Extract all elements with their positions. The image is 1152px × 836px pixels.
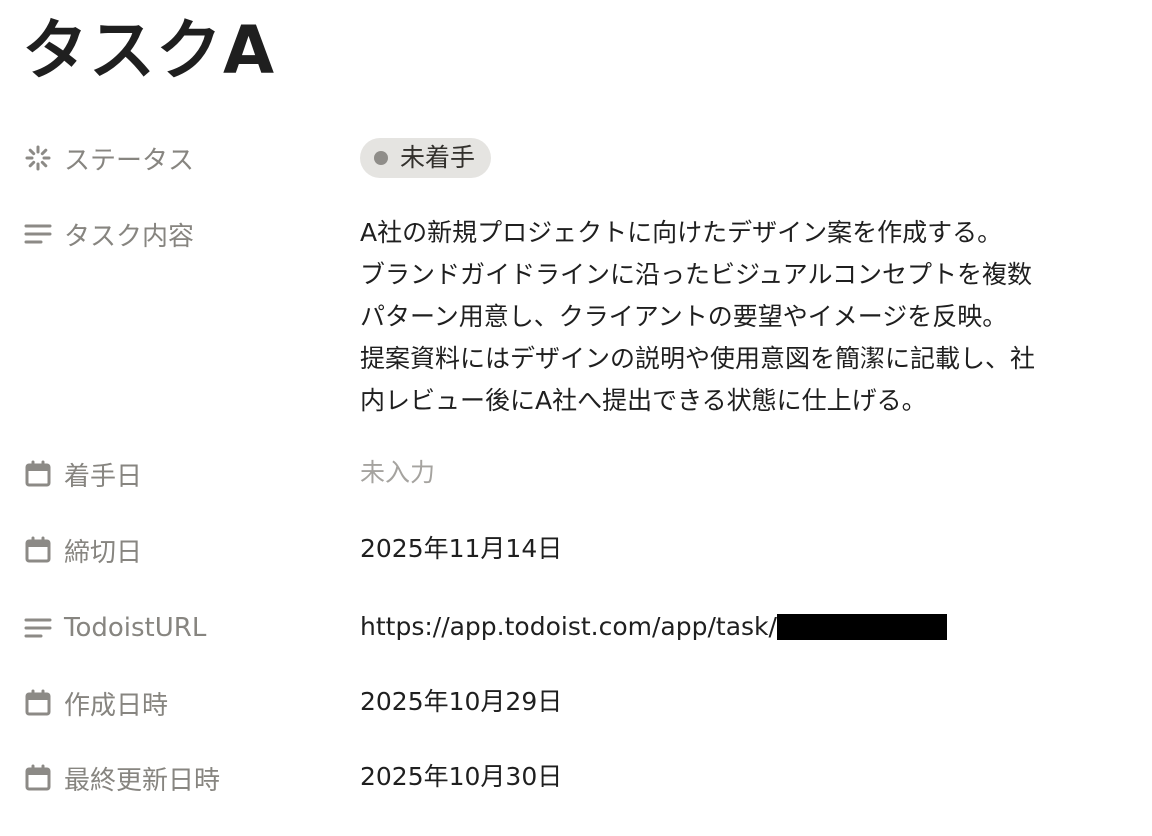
property-label: 作成日時 bbox=[64, 690, 169, 721]
task-content-line: 内レビュー後にA社へ提出できる状態に仕上げる。 bbox=[360, 386, 927, 415]
calendar-icon bbox=[22, 762, 54, 794]
todoist-url-link[interactable]: https://app.todoist.com/app/task/ bbox=[360, 606, 777, 648]
property-label: TodoistURL bbox=[64, 613, 207, 643]
text-lines-icon bbox=[22, 612, 54, 644]
text-lines-icon bbox=[22, 218, 54, 250]
redaction-block bbox=[776, 614, 947, 640]
page-title[interactable]: タスクA bbox=[22, 8, 275, 94]
calendar-icon bbox=[22, 534, 54, 566]
calendar-icon bbox=[22, 458, 54, 490]
property-name-task-content[interactable]: タスク内容 bbox=[22, 212, 194, 256]
property-value-updated-at[interactable]: 2025年10月30日 bbox=[360, 756, 1130, 798]
status-badge-label: 未着手 bbox=[400, 143, 476, 172]
property-name-deadline[interactable]: 締切日 bbox=[22, 528, 142, 572]
status-dot-icon bbox=[374, 151, 388, 165]
property-name-todoist-url[interactable]: TodoistURL bbox=[22, 606, 206, 650]
property-label: 締切日 bbox=[64, 537, 143, 568]
task-content-line: パターン用意し、クライアントの要望やイメージを反映。 bbox=[360, 302, 1008, 331]
property-label: 最終更新日時 bbox=[64, 765, 221, 796]
property-value-todoist-url[interactable]: https://app.todoist.com/app/task/ bbox=[360, 606, 1130, 648]
property-value-deadline[interactable]: 2025年11月14日 bbox=[360, 528, 1130, 570]
status-spinner-icon bbox=[22, 142, 54, 174]
property-name-status[interactable]: ステータス bbox=[22, 136, 194, 180]
property-label: タスク内容 bbox=[64, 221, 195, 252]
task-content-line: 提案資料にはデザインの説明や使用意図を簡潔に記載し、社 bbox=[360, 344, 1036, 373]
property-value-status[interactable]: 未着手 bbox=[360, 136, 1130, 178]
status-badge[interactable]: 未着手 bbox=[360, 138, 492, 178]
property-name-start-date[interactable]: 着手日 bbox=[22, 452, 142, 496]
property-value-task-content[interactable]: A社の新規プロジェクトに向けたデザイン案を作成する。 ブランドガイドラインに沿っ… bbox=[360, 212, 1130, 422]
property-name-updated-at[interactable]: 最終更新日時 bbox=[22, 756, 220, 800]
property-label: ステータス bbox=[64, 145, 195, 176]
property-name-created-at[interactable]: 作成日時 bbox=[22, 681, 168, 725]
calendar-icon bbox=[22, 687, 54, 719]
property-label: 着手日 bbox=[64, 461, 143, 492]
task-content-line: A社の新規プロジェクトに向けたデザイン案を作成する。 bbox=[360, 218, 1003, 247]
property-value-start-date[interactable]: 未入力 bbox=[360, 452, 1130, 494]
task-content-line: ブランドガイドラインに沿ったビジュアルコンセプトを複数 bbox=[360, 260, 1033, 289]
property-value-created-at[interactable]: 2025年10月29日 bbox=[360, 681, 1130, 723]
